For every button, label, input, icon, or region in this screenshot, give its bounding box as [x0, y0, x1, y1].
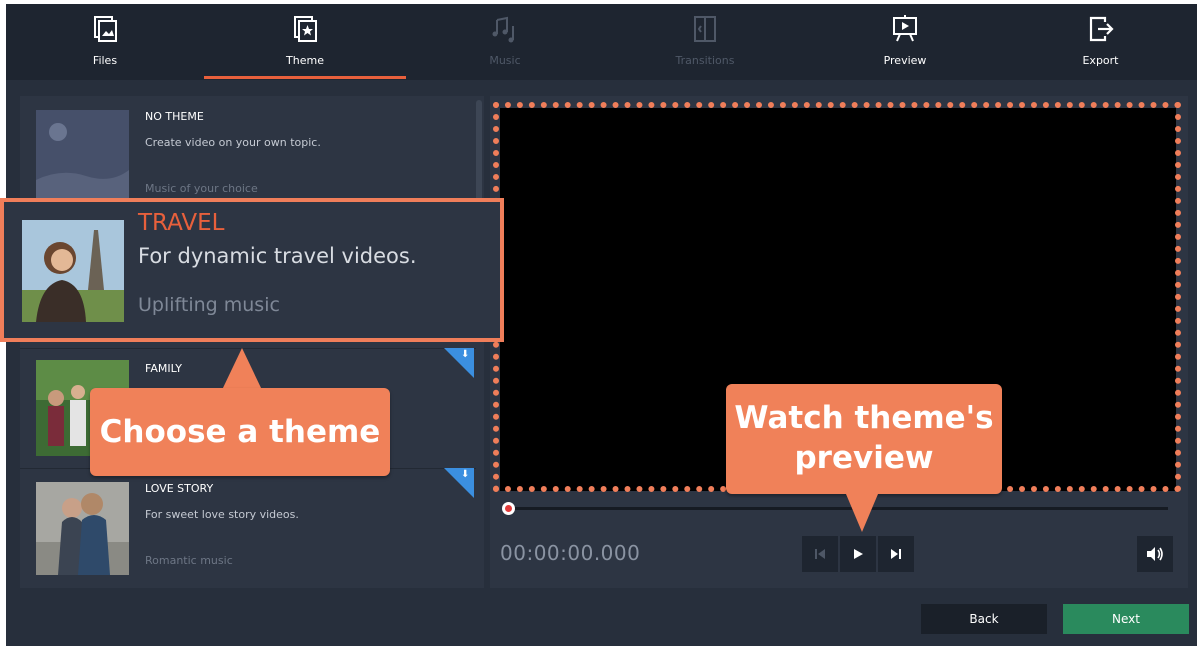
- theme-music: Romantic music: [145, 554, 233, 567]
- wizard-tabbar: Files Theme Music Transitions Preview Ex…: [6, 4, 1197, 80]
- choose-theme-callout-pointer: [222, 348, 262, 390]
- tab-theme[interactable]: Theme: [204, 4, 406, 80]
- watch-preview-line1: Watch theme's: [734, 400, 994, 436]
- theme-name: FAMILY: [145, 362, 182, 375]
- back-button[interactable]: Back: [921, 604, 1047, 634]
- timecode-display: 00:00:00.000: [500, 541, 641, 565]
- play-button[interactable]: [840, 536, 876, 572]
- tab-export-label: Export: [1082, 54, 1119, 67]
- theme-name: TRAVEL: [138, 210, 225, 236]
- theme-music: Music of your choice: [145, 182, 258, 195]
- tab-theme-label: Theme: [286, 54, 324, 67]
- watch-preview-callout: Watch theme's preview: [726, 384, 1002, 494]
- download-icon: ⬇: [461, 349, 470, 360]
- theme-item-no-theme[interactable]: NO THEME Create video on your own topic.…: [20, 96, 476, 209]
- speaker-icon: [1147, 547, 1163, 561]
- watch-preview-line2: preview: [794, 440, 934, 476]
- theme-music: Uplifting music: [138, 294, 280, 316]
- tab-preview[interactable]: Preview: [806, 4, 1004, 80]
- transitions-icon: [694, 16, 716, 42]
- watch-preview-callout-pointer: [846, 494, 878, 532]
- tab-music[interactable]: Music: [406, 4, 604, 80]
- playhead-handle[interactable]: [502, 502, 515, 515]
- tab-music-label: Music: [489, 54, 521, 67]
- theme-name: LOVE STORY: [145, 482, 214, 495]
- tab-transitions[interactable]: Transitions: [604, 4, 806, 80]
- timeline-track[interactable]: [504, 507, 1168, 510]
- travel-thumbnail: [22, 220, 124, 322]
- next-button[interactable]: Next: [1063, 604, 1189, 634]
- skip-forward-icon: [891, 549, 901, 559]
- theme-description: For dynamic travel videos.: [138, 244, 417, 268]
- theme-description: For sweet love story videos.: [145, 508, 299, 521]
- preview-icon: [893, 15, 917, 42]
- tab-export[interactable]: Export: [1004, 4, 1197, 80]
- theme-item-travel-highlight[interactable]: TRAVEL For dynamic travel videos. Uplift…: [0, 198, 504, 342]
- tab-transitions-label: Transitions: [675, 54, 735, 67]
- theme-icon: [294, 16, 317, 42]
- files-icon: [94, 16, 117, 42]
- tab-preview-label: Preview: [883, 54, 927, 67]
- download-icon: ⬇: [461, 469, 470, 480]
- theme-item-love-story[interactable]: LOVE STORY For sweet love story videos. …: [20, 468, 476, 588]
- active-tab-indicator: [204, 76, 406, 79]
- play-icon: [854, 549, 863, 559]
- theme-list: NO THEME Create video on your own topic.…: [20, 96, 484, 588]
- theme-name: NO THEME: [145, 110, 204, 123]
- previous-button[interactable]: [802, 536, 838, 572]
- export-icon: [1089, 16, 1114, 42]
- love-story-thumbnail: [36, 482, 129, 575]
- theme-description: Create video on your own topic.: [145, 136, 321, 149]
- music-icon: [492, 16, 514, 43]
- skip-back-icon: [815, 549, 825, 559]
- download-badge[interactable]: ⬇: [444, 348, 474, 378]
- tab-files-label: Files: [92, 54, 118, 67]
- no-theme-thumbnail: [36, 110, 129, 203]
- tab-files[interactable]: Files: [6, 4, 204, 80]
- next-frame-button[interactable]: [878, 536, 914, 572]
- choose-theme-callout: Choose a theme: [90, 388, 390, 476]
- volume-button[interactable]: [1137, 536, 1173, 572]
- download-badge[interactable]: ⬇: [444, 468, 474, 498]
